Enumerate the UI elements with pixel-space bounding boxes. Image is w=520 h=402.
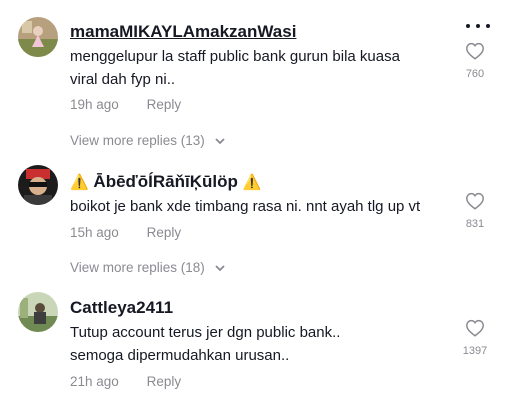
comment-meta: 19h ago Reply	[70, 97, 181, 112]
comment-meta: 15h ago Reply	[70, 225, 181, 240]
heart-outline-icon	[466, 42, 484, 60]
like-button[interactable]: 831	[460, 192, 490, 230]
comment-text-line: semoga dipermudahkan urusan..	[70, 347, 290, 364]
reply-button[interactable]: Reply	[147, 225, 182, 240]
comment-text-line: Tutup account terus jer dgn public bank.…	[70, 324, 341, 341]
chevron-down-icon	[214, 265, 225, 272]
user-avatar-icon	[18, 17, 58, 57]
like-count: 831	[465, 218, 485, 230]
user-avatar-icon	[18, 292, 58, 332]
avatar[interactable]	[18, 17, 58, 57]
user-avatar-icon	[18, 165, 58, 205]
warning-emoji: ⚠️	[70, 174, 89, 191]
view-more-replies[interactable]: View more replies (13)	[70, 133, 225, 148]
like-button[interactable]: 760	[460, 42, 490, 80]
comment-text-line: boikot je bank xde timbang rasa ni. nnt …	[70, 198, 421, 215]
comment-time: 21h ago	[70, 374, 119, 389]
comment-text-line: viral dah fyp ni..	[70, 71, 176, 88]
view-more-replies-label: View more replies (13)	[70, 133, 205, 148]
comment-username[interactable]: mamaMIKAYLAmakzanWasi	[70, 22, 296, 42]
comment-time: 19h ago	[70, 97, 119, 112]
reply-button[interactable]: Reply	[147, 97, 182, 112]
like-count: 1397	[462, 345, 488, 357]
view-more-replies-label: View more replies (18)	[70, 260, 205, 275]
comment-text: boikot je bank xde timbang rasa ni. nnt …	[70, 195, 450, 218]
warning-emoji: ⚠️	[242, 174, 262, 191]
like-count: 760	[465, 68, 485, 80]
comment-username[interactable]: Cattleya2411	[70, 298, 173, 318]
avatar[interactable]	[18, 292, 58, 332]
heart-outline-icon	[466, 192, 484, 210]
comment-text-line: menggelupur la staff public bank gurun b…	[70, 48, 400, 65]
avatar[interactable]	[18, 165, 58, 205]
comment-text: menggelupur la staff public bank gurun b…	[70, 45, 450, 91]
comment-text: Tutup account terus jer dgn public bank.…	[70, 321, 450, 367]
heart-outline-icon	[466, 319, 484, 337]
reply-button[interactable]: Reply	[147, 374, 182, 389]
comment-meta: 21h ago Reply	[70, 374, 181, 389]
comment-username-text: ĀbēďōÍRāňīĶūlöp	[93, 172, 238, 191]
like-button[interactable]: 1397	[460, 319, 490, 357]
comment-time: 15h ago	[70, 225, 119, 240]
more-options-icon[interactable]	[466, 24, 490, 30]
chevron-down-icon	[214, 138, 225, 145]
view-more-replies[interactable]: View more replies (18)	[70, 260, 225, 275]
comment-username[interactable]: ⚠️ ĀbēďōÍRāňīĶūlöp ⚠️	[70, 172, 261, 192]
